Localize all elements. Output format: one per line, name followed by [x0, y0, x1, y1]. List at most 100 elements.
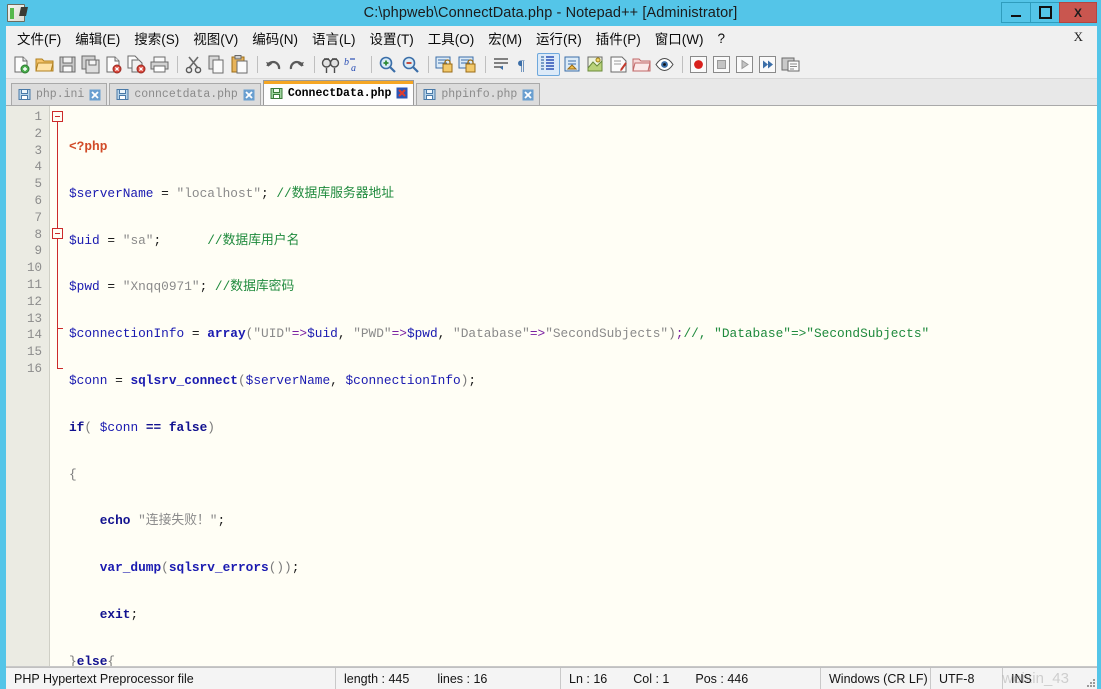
minimize-button[interactable] [1001, 2, 1031, 23]
fold-line [57, 120, 58, 368]
line-number: 2 [6, 126, 49, 143]
menu-help[interactable]: ? [710, 29, 732, 48]
maximize-button[interactable] [1030, 2, 1060, 23]
status-length: length : 445 [344, 672, 409, 686]
tab-conncetdata-php[interactable]: conncetdata.php [109, 83, 261, 105]
tab-php-ini[interactable]: php.ini [11, 83, 107, 105]
indent-guide-icon[interactable] [537, 53, 560, 76]
sync-horizontal-scroll-icon[interactable] [457, 54, 478, 75]
menu-edit[interactable]: 编辑(E) [68, 26, 127, 50]
tab-close-icon[interactable] [89, 89, 101, 101]
status-bar: PHP Hypertext Preprocessor file length :… [6, 667, 1097, 689]
zoom-out-icon[interactable] [400, 54, 421, 75]
resize-grip[interactable] [1084, 676, 1095, 687]
menu-file[interactable]: 文件(F) [10, 26, 68, 50]
line-number: 11 [6, 277, 49, 294]
play-macro-icon[interactable] [734, 54, 755, 75]
close-all-icon[interactable] [126, 54, 147, 75]
copy-icon[interactable] [206, 54, 227, 75]
code-line-3: $uid = "sa"; //数据库用户名 [66, 233, 1097, 250]
line-number-gutter: 1 2 3 4 5 6 7 8 9 10 11 12 13 14 15 16 [6, 106, 50, 666]
undo-icon[interactable] [263, 54, 284, 75]
record-macro-icon[interactable] [688, 54, 709, 75]
code-line-6: $conn = sqlsrv_connect($serverName, $con… [66, 373, 1097, 390]
menu-tools[interactable]: 工具(O) [421, 26, 482, 50]
function-list-icon[interactable] [608, 54, 629, 75]
menu-view[interactable]: 视图(V) [186, 26, 245, 50]
status-col: Col : 1 [633, 672, 669, 686]
zoom-in-icon[interactable] [377, 54, 398, 75]
window-title: C:\phpweb\ConnectData.php - Notepad++ [A… [0, 5, 1101, 21]
tab-phpinfo-php[interactable]: phpinfo.php [416, 83, 540, 105]
tab-label: conncetdata.php [134, 88, 238, 101]
toolbar-separator [428, 56, 429, 73]
close-document-button[interactable]: X [1070, 29, 1087, 45]
new-file-icon[interactable] [11, 54, 32, 75]
toolbar-separator [177, 56, 178, 73]
document-monitoring-icon[interactable] [654, 54, 675, 75]
menu-window[interactable]: 窗口(W) [648, 26, 711, 50]
toolbar-separator [257, 56, 258, 73]
fold-toggle-line-8[interactable] [52, 228, 63, 239]
menu-settings[interactable]: 设置(T) [363, 26, 421, 50]
fold-end-marker [57, 328, 63, 329]
code-line-8: { [66, 467, 1097, 484]
editor-area[interactable]: 1 2 3 4 5 6 7 8 9 10 11 12 13 14 15 16 [6, 106, 1097, 667]
show-symbol-icon[interactable] [562, 54, 583, 75]
tab-connectdata-php[interactable]: ConnectData.php [263, 80, 415, 105]
code-line-10: var_dump(sqlsrv_errors()); [66, 560, 1097, 577]
cut-icon[interactable] [183, 54, 204, 75]
sync-vertical-scroll-icon[interactable] [434, 54, 455, 75]
menu-run[interactable]: 运行(R) [529, 26, 589, 50]
file-icon [116, 88, 129, 101]
redo-icon[interactable] [286, 54, 307, 75]
line-number: 8 [6, 227, 49, 244]
stop-macro-icon[interactable] [711, 54, 732, 75]
find-icon[interactable] [320, 54, 341, 75]
status-lines: lines : 16 [437, 672, 487, 686]
menu-language[interactable]: 语言(L) [305, 26, 363, 50]
line-number: 5 [6, 176, 49, 193]
toolbar-separator [682, 56, 683, 73]
print-icon[interactable] [149, 54, 170, 75]
line-number: 1 [6, 109, 49, 126]
menu-encoding[interactable]: 编码(N) [245, 26, 305, 50]
replace-icon[interactable]: b a [343, 54, 364, 75]
code-line-11: exit; [66, 607, 1097, 624]
toolbar-separator [371, 56, 372, 73]
menu-search[interactable]: 搜索(S) [127, 26, 186, 50]
toolbar-separator [485, 56, 486, 73]
close-window-button[interactable]: X [1059, 2, 1097, 23]
tab-label: phpinfo.php [441, 88, 517, 101]
status-insert-mode[interactable]: INS weixin_43 [1003, 668, 1097, 689]
save-macro-icon[interactable] [780, 54, 801, 75]
tab-close-icon[interactable] [396, 87, 408, 99]
tab-label: php.ini [36, 88, 84, 101]
folder-as-workspace-icon[interactable] [631, 54, 652, 75]
open-file-icon[interactable] [34, 54, 55, 75]
line-number: 13 [6, 311, 49, 328]
paste-icon[interactable] [229, 54, 250, 75]
show-all-characters-icon[interactable]: ¶ [514, 54, 535, 75]
status-filetype: PHP Hypertext Preprocessor file [6, 668, 336, 689]
run-macro-multiple-icon[interactable] [757, 54, 778, 75]
line-number: 7 [6, 210, 49, 227]
tab-close-icon[interactable] [522, 89, 534, 101]
save-icon[interactable] [57, 54, 78, 75]
toolbar-separator [314, 56, 315, 73]
fold-toggle-line-1[interactable] [52, 111, 63, 122]
document-map-icon[interactable] [585, 54, 606, 75]
save-all-icon[interactable] [80, 54, 101, 75]
notepadpp-app-icon [7, 4, 25, 22]
word-wrap-icon[interactable] [491, 54, 512, 75]
status-encoding[interactable]: UTF-8 [931, 668, 1003, 689]
code-content[interactable]: <?php $serverName = "localhost"; //数据库服务… [66, 106, 1097, 666]
status-eol-format[interactable]: Windows (CR LF) [821, 668, 931, 689]
menu-plugins[interactable]: 插件(P) [589, 26, 648, 50]
status-length-lines: length : 445 lines : 16 [336, 668, 561, 689]
code-folding-margin[interactable] [50, 106, 66, 666]
tab-close-icon[interactable] [243, 89, 255, 101]
code-line-1: <?php [66, 139, 1097, 156]
menu-macro[interactable]: 宏(M) [481, 26, 529, 50]
close-file-icon[interactable] [103, 54, 124, 75]
